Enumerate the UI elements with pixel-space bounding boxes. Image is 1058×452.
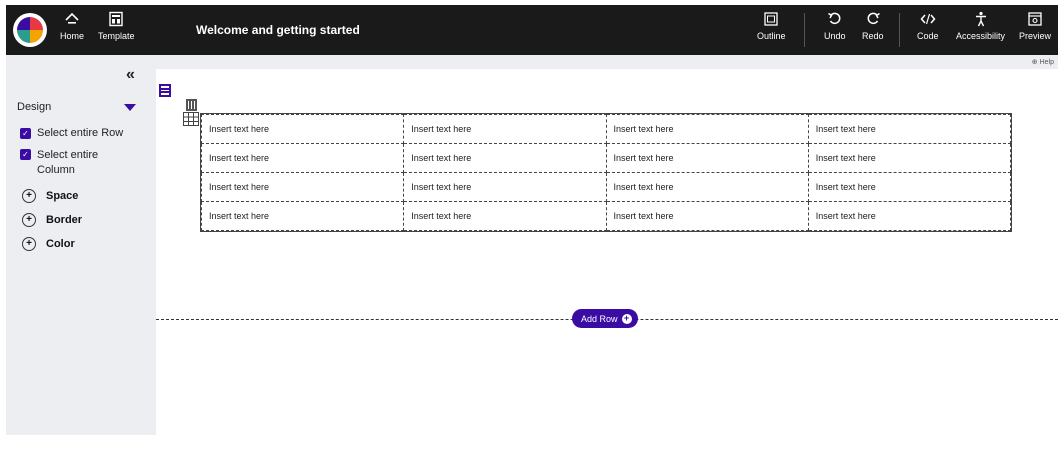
- home-label: Home: [60, 31, 85, 41]
- design-section-label[interactable]: Design: [17, 101, 51, 113]
- redo-button[interactable]: Redo: [862, 11, 884, 41]
- undo-label: Undo: [824, 31, 846, 41]
- add-row-label: Add Row: [581, 313, 618, 324]
- block-menu-handle[interactable]: [159, 84, 171, 97]
- table-cell[interactable]: Insert text here: [807, 114, 1012, 144]
- column-select-icon[interactable]: [186, 99, 197, 111]
- accessibility-button[interactable]: Accessibility: [956, 11, 1005, 41]
- home-icon: [65, 12, 79, 24]
- checkbox-checked-icon[interactable]: ✓: [20, 149, 31, 160]
- table-cell[interactable]: Insert text here: [200, 172, 405, 202]
- editor-canvas: ⊕ Help Insert text here Insert text here I…: [156, 55, 1058, 435]
- preview-button[interactable]: Preview: [1019, 11, 1051, 41]
- undo-icon: [827, 12, 841, 25]
- collapse-sidebar-icon[interactable]: «: [126, 66, 135, 84]
- toolbar-divider: [899, 13, 900, 47]
- outline-button[interactable]: Outline: [757, 11, 786, 41]
- preview-label: Preview: [1019, 31, 1052, 41]
- caret-down-icon[interactable]: [124, 104, 136, 111]
- logo-mark: [17, 17, 43, 43]
- select-entire-row-checkbox[interactable]: ✓ Select entire Row: [20, 127, 123, 139]
- preview-icon: [1028, 12, 1042, 26]
- table-cell[interactable]: Insert text here: [807, 201, 1012, 231]
- select-entire-row-label: Select entire Row: [37, 127, 124, 139]
- code-button[interactable]: Code: [917, 11, 939, 41]
- expand-plus-icon: +: [22, 189, 36, 203]
- template-button[interactable]: Template: [98, 11, 135, 41]
- table-cell[interactable]: Insert text here: [605, 143, 809, 173]
- space-section-label: Space: [46, 190, 79, 202]
- code-icon: [920, 13, 936, 25]
- help-label: Help: [1039, 59, 1054, 66]
- table-cell[interactable]: Insert text here: [605, 172, 809, 202]
- accessibility-icon: [975, 11, 986, 27]
- space-section-toggle[interactable]: + Space: [22, 189, 78, 203]
- table-cell[interactable]: Insert text here: [403, 172, 607, 202]
- page-title: Welcome and getting started: [196, 23, 360, 37]
- home-button[interactable]: Home: [60, 11, 84, 41]
- app-logo[interactable]: [13, 13, 47, 47]
- select-entire-column-label: Select entire Column: [37, 149, 99, 176]
- code-label: Code: [917, 31, 939, 41]
- redo-icon: [867, 12, 880, 25]
- design-sidebar: « Design ✓ Select entire Row ✓ Select en…: [6, 55, 156, 435]
- top-toolbar: Home Template Welcome and getting starte…: [6, 5, 1058, 55]
- toolbar-divider: [804, 13, 805, 47]
- table-cell[interactable]: Insert text here: [200, 114, 405, 144]
- outline-icon: [764, 12, 778, 26]
- help-link[interactable]: ⊕ Help: [1032, 58, 1054, 66]
- border-section-toggle[interactable]: + Border: [22, 213, 82, 227]
- border-section-label: Border: [46, 214, 83, 226]
- table-cell[interactable]: Insert text here: [403, 201, 607, 231]
- table-cell[interactable]: Insert text here: [807, 172, 1012, 202]
- expand-plus-icon: +: [22, 213, 36, 227]
- table-cell[interactable]: Insert text here: [403, 143, 607, 173]
- table-cell[interactable]: Insert text here: [605, 114, 809, 144]
- expand-plus-icon: +: [22, 237, 36, 251]
- outline-label: Outline: [757, 31, 786, 41]
- checkbox-checked-icon[interactable]: ✓: [20, 128, 31, 139]
- add-circle-icon: +: [621, 313, 632, 324]
- template-label: Template: [98, 31, 135, 41]
- table-cell[interactable]: Insert text here: [605, 201, 809, 231]
- content-table: Insert text here Insert text here Insert t…: [200, 113, 1012, 232]
- table-cell[interactable]: Insert text here: [807, 143, 1012, 173]
- table-row: Insert text here Insert text here Insert t…: [200, 114, 1012, 144]
- template-icon: [109, 11, 123, 27]
- select-entire-column-checkbox[interactable]: ✓ Select entire Column: [20, 148, 120, 178]
- color-section-label: Color: [46, 238, 75, 250]
- accessibility-label: Accessibility: [956, 31, 1006, 41]
- canvas-top-strip: ⊕ Help: [156, 55, 1058, 69]
- table-cell[interactable]: Insert text here: [200, 201, 405, 231]
- table-select-icon[interactable]: [183, 112, 199, 126]
- table-cell[interactable]: Insert text here: [200, 143, 405, 173]
- add-row-button[interactable]: Add Row +: [572, 309, 638, 328]
- table-row: Insert text here Insert text here Insert t…: [200, 143, 1012, 173]
- color-section-toggle[interactable]: + Color: [22, 237, 75, 251]
- redo-label: Redo: [862, 31, 884, 41]
- table-row: Insert text here Insert text here Insert t…: [200, 201, 1012, 231]
- table-cell[interactable]: Insert text here: [403, 114, 607, 144]
- table-row: Insert text here Insert text here Insert t…: [200, 172, 1012, 202]
- undo-button[interactable]: Undo: [824, 11, 846, 41]
- editor-window: Home Template Welcome and getting starte…: [6, 5, 1058, 435]
